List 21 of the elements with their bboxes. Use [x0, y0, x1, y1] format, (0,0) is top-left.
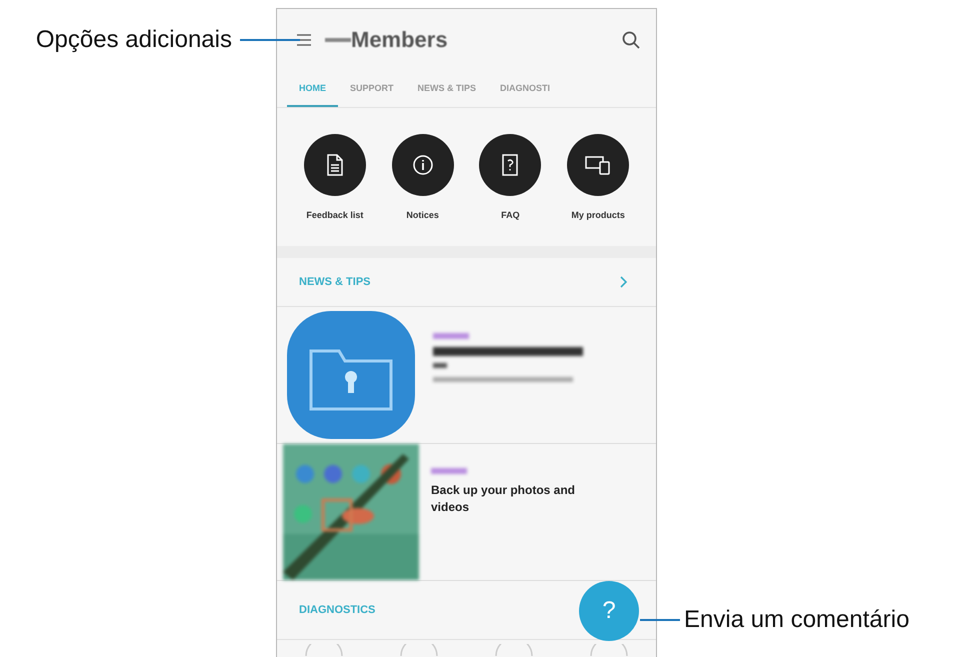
search-icon[interactable]: [622, 31, 640, 49]
leader-line: [640, 619, 680, 621]
logo-icon: [325, 38, 351, 42]
menu-icon[interactable]: [297, 33, 311, 47]
callout-label: Opções adicionais: [36, 26, 232, 54]
chevron-right-icon[interactable]: [620, 276, 628, 288]
help-book-icon: [502, 154, 518, 176]
shortcut-label: Notices: [406, 210, 439, 220]
article-title: Back up your photos and videos: [431, 482, 576, 516]
app-title: Members: [351, 27, 449, 53]
shortcut-label: Feedback list: [306, 210, 364, 220]
leader-line: [240, 39, 300, 41]
callout-label: Envia um comentário: [684, 606, 910, 634]
section-title: DIAGNOSTICS: [299, 604, 376, 616]
devices-icon: [585, 155, 612, 175]
article-card[interactable]: Back up your photos and videos: [277, 444, 656, 581]
document-icon: [326, 154, 344, 176]
info-icon: [412, 154, 434, 176]
section-title: NEWS & TIPS: [299, 276, 371, 288]
shortcut-label: FAQ: [501, 210, 520, 220]
shortcut-label: My products: [571, 210, 625, 220]
